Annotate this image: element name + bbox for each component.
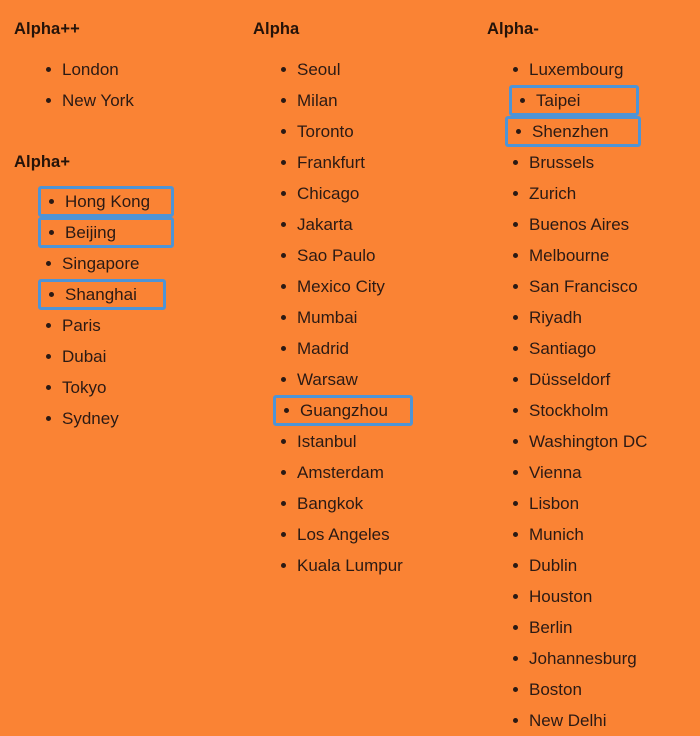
city-classification-board: Alpha++ London New York Alpha+ Hong Kong Beij… bbox=[0, 0, 700, 735]
city-item-highlighted: Shenzhen bbox=[505, 115, 641, 147]
city-list: London New York bbox=[0, 54, 240, 116]
city-item: Seoul bbox=[273, 54, 474, 85]
city-item: New Delhi bbox=[505, 705, 700, 736]
city-item: Amsterdam bbox=[273, 457, 474, 488]
city-item: Bangkok bbox=[273, 488, 474, 519]
city-item: Brussels bbox=[505, 147, 700, 178]
city-item: Dublin bbox=[505, 550, 700, 581]
city-item-highlighted: Beijing bbox=[38, 217, 174, 248]
city-item: Madrid bbox=[273, 333, 474, 364]
city-item-highlighted: Shanghai bbox=[38, 279, 166, 310]
city-item: London bbox=[38, 54, 240, 85]
city-item: Berlin bbox=[505, 612, 700, 643]
city-item: Riyadh bbox=[505, 302, 700, 333]
city-list: Hong Kong Beijing Singapore Shanghai Paris Du… bbox=[0, 186, 240, 434]
city-group: Alpha- Luxembourg Taipei Shenzhen Brussels Zu… bbox=[473, 0, 700, 736]
city-item: Dubai bbox=[38, 341, 240, 372]
city-item: Jakarta bbox=[273, 209, 474, 240]
city-item: Chicago bbox=[273, 178, 474, 209]
group-heading: Alpha- bbox=[487, 20, 539, 38]
city-item: Santiago bbox=[505, 333, 700, 364]
city-item: Sydney bbox=[38, 403, 240, 434]
city-item: Frankfurt bbox=[273, 147, 474, 178]
city-item: Johannesburg bbox=[505, 643, 700, 674]
city-item: Stockholm bbox=[505, 395, 700, 426]
column-alpha-minus: Alpha- Luxembourg Taipei Shenzhen Brussels Zu… bbox=[473, 0, 700, 736]
city-item: Luxembourg bbox=[505, 54, 700, 85]
city-item: Mumbai bbox=[273, 302, 474, 333]
city-list: Seoul Milan Toronto Frankfurt Chicago Jakarta… bbox=[239, 54, 474, 581]
column-alpha: Alpha Seoul Milan Toronto Frankfurt Chicago Ja… bbox=[239, 0, 474, 581]
city-item-highlighted: Hong Kong bbox=[38, 186, 174, 217]
city-item: Washington DC bbox=[505, 426, 700, 457]
city-group: Alpha++ London New York bbox=[0, 0, 240, 116]
city-group: Alpha Seoul Milan Toronto Frankfurt Chicago Ja… bbox=[239, 0, 474, 581]
city-item: Houston bbox=[505, 581, 700, 612]
city-item: Melbourne bbox=[505, 240, 700, 271]
city-item: Sao Paulo bbox=[273, 240, 474, 271]
city-item: Toronto bbox=[273, 116, 474, 147]
city-item: Düsseldorf bbox=[505, 364, 700, 395]
city-item: Boston bbox=[505, 674, 700, 705]
city-item: Vienna bbox=[505, 457, 700, 488]
city-item: Milan bbox=[273, 85, 474, 116]
city-item: Buenos Aires bbox=[505, 209, 700, 240]
city-item: Paris bbox=[38, 310, 240, 341]
city-item: Warsaw bbox=[273, 364, 474, 395]
city-item: San Francisco bbox=[505, 271, 700, 302]
city-item: Zurich bbox=[505, 178, 700, 209]
city-item: Singapore bbox=[38, 248, 240, 279]
city-group: Alpha+ Hong Kong Beijing Singapore Shanghai P… bbox=[0, 152, 240, 435]
city-item-highlighted: Guangzhou bbox=[273, 394, 413, 426]
city-item: New York bbox=[38, 85, 240, 116]
city-item: Kuala Lumpur bbox=[273, 550, 474, 581]
group-heading: Alpha bbox=[253, 20, 300, 38]
city-item: Munich bbox=[505, 519, 700, 550]
city-item: Tokyo bbox=[38, 372, 240, 403]
column-alpha-plus-plus: Alpha++ London New York Alpha+ Hong Kong Beij… bbox=[0, 0, 240, 434]
city-item: Lisbon bbox=[505, 488, 700, 519]
city-item-highlighted: Taipei bbox=[509, 84, 639, 116]
city-list: Luxembourg Taipei Shenzhen Brussels Zurich Bu… bbox=[473, 54, 700, 736]
city-item: Istanbul bbox=[273, 426, 474, 457]
city-item: Los Angeles bbox=[273, 519, 474, 550]
group-heading: Alpha++ bbox=[14, 20, 80, 38]
group-heading: Alpha+ bbox=[14, 152, 71, 171]
city-item: Mexico City bbox=[273, 271, 474, 302]
